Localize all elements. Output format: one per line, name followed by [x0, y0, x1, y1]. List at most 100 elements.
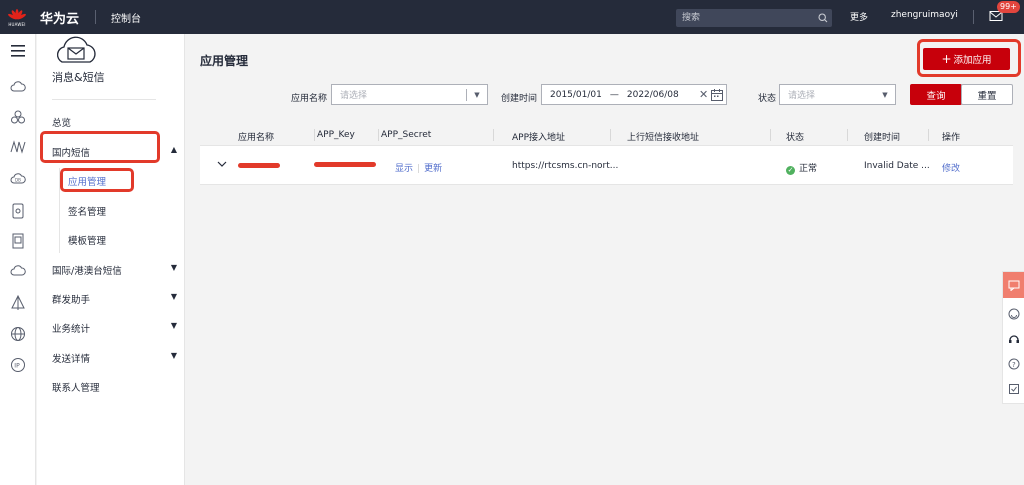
caret-down-icon: ▼ [882, 90, 888, 99]
app-address: https://rtcsms.cn-nort... [512, 161, 619, 171]
search-input[interactable] [676, 9, 814, 27]
nav-overview[interactable]: 总览 [52, 115, 177, 129]
globe-icon[interactable] [9, 325, 27, 343]
chevron-down-icon: ▼ [170, 263, 177, 272]
security-icon[interactable] [9, 294, 27, 312]
date-separator: — [609, 89, 619, 100]
add-app-button[interactable]: + 添加应用 [923, 48, 1010, 70]
column-header[interactable]: APP_Key [317, 130, 355, 140]
message-service-icon [54, 36, 98, 66]
chevron-down-icon[interactable] [216, 158, 228, 170]
nav-label: 业务统计 [52, 324, 91, 335]
reset-button[interactable]: 重置 [961, 84, 1013, 105]
monitor-icon[interactable] [9, 138, 27, 156]
page-title: 应用管理 [200, 54, 249, 68]
column-separator [493, 129, 494, 141]
feedback-icon[interactable] [1003, 272, 1024, 298]
highlight-box [60, 168, 134, 192]
ip-icon[interactable]: IP [9, 356, 27, 374]
date-range-picker[interactable]: 2015/01/01 — 2022/06/08 ✕ [541, 84, 727, 105]
svg-text:IP: IP [14, 363, 20, 370]
network-icon[interactable] [9, 108, 27, 126]
clear-icon[interactable]: ✕ [699, 88, 708, 101]
column-separator [770, 129, 771, 141]
nav-signature-management[interactable]: 签名管理 [68, 204, 106, 218]
app-table: 应用名称 APP_Key APP_Secret APP接入地址 上行短信接收地址… [200, 124, 1013, 185]
column-separator [314, 129, 315, 141]
column-header[interactable]: APP接入地址 [512, 130, 565, 143]
column-separator [847, 129, 848, 141]
document-icon[interactable] [9, 232, 27, 250]
huawei-logo[interactable]: HUAWEI [0, 0, 34, 34]
database-icon[interactable]: DB [9, 170, 27, 188]
divider: | [417, 164, 421, 174]
divider [52, 99, 156, 100]
column-header[interactable]: 创建时间 [864, 130, 900, 143]
main-content: 应用管理 + 添加应用 应用名称 请选择 ▼ 创建时间 2015/01/01 — … [186, 34, 1024, 485]
caret-down-icon: ▼ [474, 90, 480, 99]
update-secret-link[interactable]: 更新 [424, 164, 442, 174]
calendar-icon[interactable] [710, 88, 724, 102]
plus-icon: + [941, 52, 952, 66]
app-secret-actions: 显示 | 更新 [395, 161, 442, 174]
divider [95, 10, 97, 24]
check-circle-icon: ✓ [786, 166, 795, 175]
created-time: Invalid Date ... [864, 161, 930, 171]
column-header[interactable]: 应用名称 [238, 130, 274, 143]
redaction-mark [238, 163, 280, 168]
status-cell: ✓ 正常 [786, 161, 817, 175]
query-button[interactable]: 查询 [910, 84, 962, 105]
chevron-down-icon: ▼ [170, 351, 177, 360]
huawei-flower-icon [8, 8, 26, 19]
date-start[interactable]: 2015/01/01 [542, 90, 602, 100]
nav-template-management[interactable]: 模板管理 [68, 233, 106, 247]
column-header[interactable]: 状态 [786, 130, 804, 143]
menu-icon[interactable] [9, 42, 27, 60]
status-placeholder: 请选择 [788, 91, 816, 101]
service-rail: DB IP [0, 34, 36, 485]
edit-link[interactable]: 修改 [942, 161, 960, 174]
column-separator [928, 129, 929, 141]
search-icon[interactable] [814, 13, 832, 23]
show-secret-link[interactable]: 显示 [395, 164, 413, 174]
help-icon[interactable]: ? [1008, 358, 1020, 370]
nav-send-details[interactable]: 发送详情 ▼ [52, 351, 177, 365]
status-label: 状态 [758, 94, 777, 104]
headset-icon[interactable] [1008, 333, 1020, 345]
search-box[interactable] [676, 9, 832, 27]
chevron-down-icon: ▼ [170, 321, 177, 330]
nav-bulk-assistant[interactable]: 群发助手 ▼ [52, 292, 177, 306]
divider [973, 10, 974, 24]
created-time-label: 创建时间 [501, 94, 538, 104]
service-title: 消息&短信 [52, 71, 105, 84]
nav-statistics[interactable]: 业务统计 ▼ [52, 321, 177, 335]
app-name-select[interactable]: 请选择 ▼ [331, 84, 488, 105]
cloud-server-icon[interactable] [9, 78, 27, 96]
checklist-icon[interactable] [1008, 383, 1020, 395]
more-menu[interactable]: 更多 [850, 10, 868, 23]
floating-toolbar: ? [1002, 271, 1024, 404]
storage-icon[interactable] [9, 202, 27, 220]
status-text: 正常 [799, 164, 818, 174]
cloud-icon[interactable] [9, 262, 27, 280]
nav-international-sms[interactable]: 国际/港澳台短信 ▼ [52, 263, 177, 277]
nav-contacts[interactable]: 联系人管理 [52, 380, 177, 394]
table-header: 应用名称 APP_Key APP_Secret APP接入地址 上行短信接收地址… [200, 124, 1013, 146]
username[interactable]: zhengruimaoyi [891, 10, 958, 20]
table-row[interactable]: 显示 | 更新 https://rtcsms.cn-nort... ✓ 正常 Inva… [200, 146, 1013, 185]
column-header[interactable]: APP_Secret [381, 130, 431, 140]
side-nav: 消息&短信 总览 国内短信 ▲ 应用管理 签名管理 模板管理 国际/港澳台短信 ▼ … [37, 34, 185, 485]
date-end[interactable]: 2022/06/08 [627, 90, 679, 100]
chevron-up-icon: ▲ [170, 145, 177, 154]
brand-name[interactable]: 华为云 [40, 8, 79, 27]
add-app-label: 添加应用 [953, 55, 992, 66]
status-select[interactable]: 请选择 ▼ [779, 84, 896, 105]
smiley-icon[interactable] [1008, 308, 1020, 320]
console-link[interactable]: 控制台 [111, 10, 141, 25]
nav-label: 联系人管理 [52, 383, 100, 394]
svg-text:?: ? [1012, 361, 1016, 369]
column-header[interactable]: 操作 [942, 130, 960, 143]
notification-badge: 99+ [997, 1, 1020, 13]
chevron-down-icon: ▼ [170, 292, 177, 301]
column-header[interactable]: 上行短信接收地址 [627, 130, 699, 143]
